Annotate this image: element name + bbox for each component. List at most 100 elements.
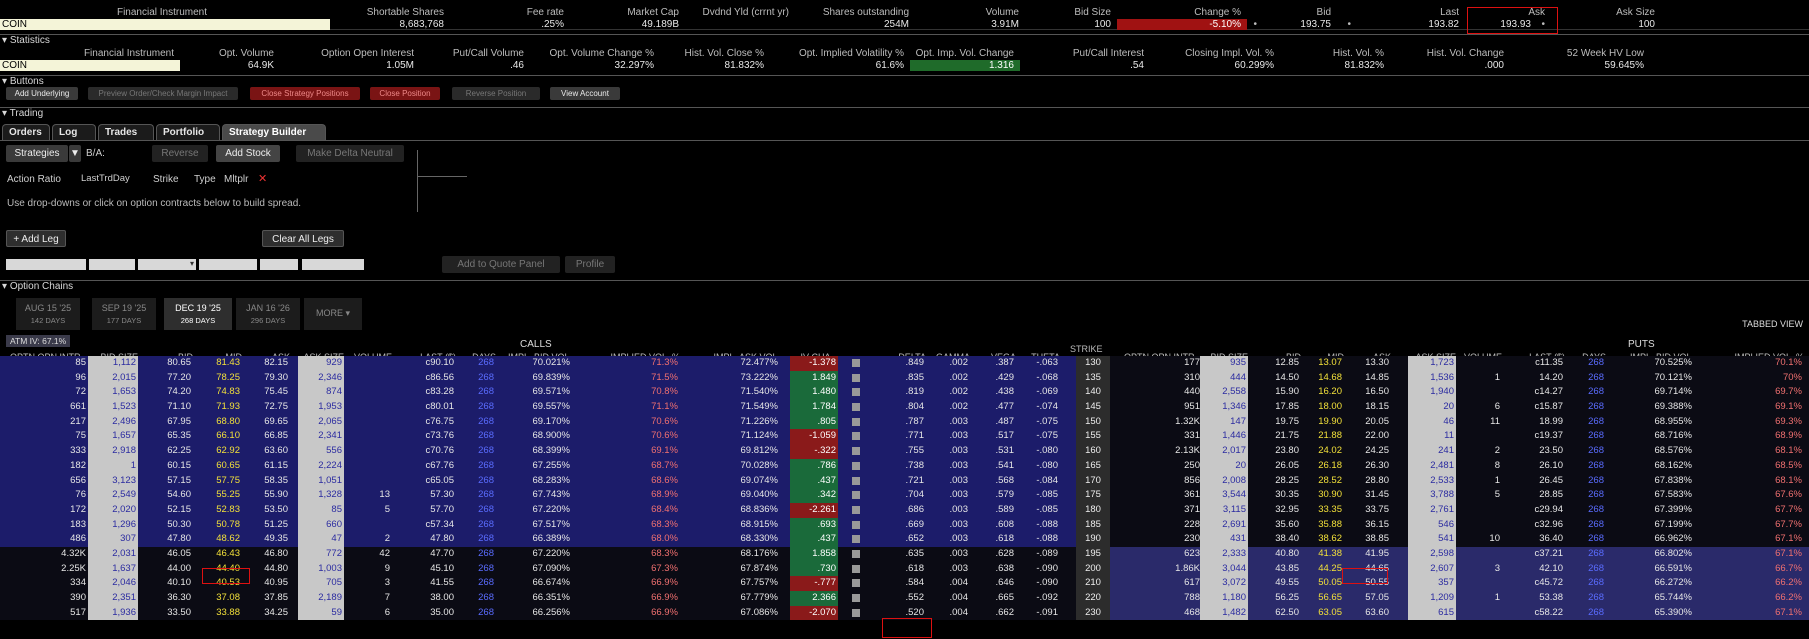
call-cell[interactable]: 68.3% — [580, 547, 680, 562]
call-cell[interactable]: 6 — [348, 606, 392, 621]
tab-orders[interactable]: Orders — [2, 124, 50, 140]
put-cell[interactable]: c11.35 — [1510, 356, 1565, 371]
call-cell[interactable]: 68.836% — [690, 503, 780, 518]
call-cell[interactable]: .004 — [930, 606, 970, 621]
put-cell[interactable]: 268 — [1576, 444, 1606, 459]
put-cell[interactable]: 68.162% — [1610, 459, 1694, 474]
call-cell[interactable] — [348, 459, 392, 474]
call-cell[interactable]: 68.900% — [500, 429, 572, 444]
call-cell[interactable]: .003 — [930, 459, 970, 474]
profile-button[interactable]: Profile — [565, 256, 615, 273]
put-cell[interactable]: 440 — [1120, 385, 1202, 400]
put-cell[interactable]: 65.744% — [1610, 591, 1694, 606]
call-cell[interactable]: .755 — [880, 444, 926, 459]
call-cell[interactable]: .635 — [880, 547, 926, 562]
call-cell[interactable]: 65.35 — [145, 429, 193, 444]
call-cell[interactable]: 71.10 — [145, 400, 193, 415]
strike-cell[interactable]: 200 — [1076, 561, 1110, 577]
strike-cell[interactable]: 185 — [1076, 517, 1110, 533]
call-cell[interactable]: .003 — [930, 562, 970, 577]
call-cell[interactable]: -.088 — [1020, 518, 1060, 533]
call-cell[interactable]: c57.34 — [398, 518, 456, 533]
put-cell[interactable]: 67.583% — [1610, 488, 1694, 503]
put-cell[interactable]: 70% — [1700, 371, 1804, 386]
call-cell[interactable]: .477 — [976, 400, 1016, 415]
call-cell[interactable]: 929 — [298, 356, 344, 371]
put-cell[interactable]: 15.90 — [1253, 385, 1301, 400]
call-cell[interactable]: 172 — [6, 503, 88, 518]
put-cell[interactable]: 250 — [1120, 459, 1202, 474]
add-underlying-button[interactable]: Add Underlying — [6, 87, 78, 100]
call-cell[interactable]: .669 — [880, 518, 926, 533]
call-cell[interactable]: 66.10 — [200, 429, 242, 444]
option-chain-row[interactable]: 656 3,123 57.15 57.75 58.35 1,051 c65.05 268 68.… — [0, 473, 1809, 489]
call-cell[interactable]: 50.30 — [145, 518, 193, 533]
call-cell[interactable]: -.091 — [1020, 606, 1060, 621]
call-cell[interactable]: c90.10 — [398, 356, 456, 371]
put-cell[interactable]: 69.388% — [1610, 400, 1694, 415]
call-cell[interactable]: 68.0% — [580, 532, 680, 547]
call-cell[interactable]: 705 — [298, 576, 344, 591]
call-cell[interactable]: 67.255% — [500, 459, 572, 474]
call-cell[interactable]: .429 — [976, 371, 1016, 386]
close-position-button[interactable]: Close Position — [370, 87, 440, 100]
call-cell[interactable]: 60.65 — [200, 459, 242, 474]
put-cell[interactable]: 66.2% — [1700, 576, 1804, 591]
put-cell[interactable]: 24.25 — [1345, 444, 1391, 459]
call-cell[interactable]: 75 — [6, 429, 88, 444]
option-chain-row[interactable]: 2.25K 1,637 44.00 44.40 44.80 1,003 9 45.10 268 6… — [0, 561, 1809, 577]
put-cell[interactable]: 14.50 — [1253, 371, 1301, 386]
call-cell[interactable]: 66.389% — [500, 532, 572, 547]
call-cell[interactable]: 486 — [6, 532, 88, 547]
call-checkbox-icon[interactable] — [852, 403, 860, 412]
call-cell[interactable]: 38.00 — [398, 591, 456, 606]
tab-portfolio[interactable]: Portfolio — [156, 124, 220, 140]
option-chain-row[interactable]: 172 2,020 52.15 52.83 53.50 85 5 57.70 268 67.220… — [0, 502, 1809, 518]
call-cell[interactable]: 268 — [464, 547, 496, 562]
put-cell[interactable]: 1,209 — [1408, 591, 1456, 606]
call-cell[interactable]: -.075 — [1020, 415, 1060, 430]
put-cell[interactable]: 67.838% — [1610, 474, 1694, 489]
call-cell[interactable]: 68.9% — [580, 488, 680, 503]
call-cell[interactable]: 76 — [6, 488, 88, 503]
call-cell[interactable]: .487 — [976, 415, 1016, 430]
put-cell[interactable]: 26.18 — [1302, 459, 1344, 474]
put-cell[interactable]: 268 — [1576, 415, 1606, 430]
put-cell[interactable]: 28.25 — [1253, 474, 1301, 489]
call-cell[interactable]: 63.60 — [244, 444, 290, 459]
put-cell[interactable]: 26.45 — [1510, 474, 1565, 489]
put-cell[interactable] — [1458, 356, 1502, 371]
put-cell[interactable]: 66.591% — [1610, 562, 1694, 577]
call-cell[interactable]: 47.70 — [398, 547, 456, 562]
put-cell[interactable]: c32.96 — [1510, 518, 1565, 533]
put-cell[interactable]: 41.38 — [1302, 547, 1344, 562]
call-cell[interactable]: 2,020 — [88, 502, 138, 518]
call-cell[interactable]: .771 — [880, 429, 926, 444]
call-cell[interactable]: 1,637 — [88, 561, 138, 577]
call-cell[interactable]: .003 — [930, 474, 970, 489]
call-cell[interactable]: 71.226% — [690, 415, 780, 430]
call-cell[interactable]: 40.95 — [244, 576, 290, 591]
put-cell[interactable]: 2,607 — [1408, 561, 1456, 577]
option-chain-row[interactable]: 72 1,653 74.20 74.83 75.45 874 c83.28 268 69.571… — [0, 385, 1809, 401]
call-cell[interactable]: 268 — [464, 444, 496, 459]
put-cell[interactable]: 2,008 — [1200, 473, 1248, 489]
call-cell[interactable]: .002 — [930, 371, 970, 386]
call-cell[interactable]: 34.25 — [244, 606, 290, 621]
call-checkbox-icon[interactable] — [852, 491, 860, 500]
call-cell[interactable]: 2,015 — [88, 370, 138, 386]
put-cell[interactable] — [1458, 518, 1502, 533]
call-cell[interactable]: 62.25 — [145, 444, 193, 459]
call-cell[interactable]: 72.477% — [690, 356, 780, 371]
put-cell[interactable]: 2,481 — [1408, 458, 1456, 474]
call-checkbox-icon[interactable] — [852, 564, 860, 573]
strike-cell[interactable]: 175 — [1076, 488, 1110, 503]
call-cell[interactable]: 68.399% — [500, 444, 572, 459]
call-cell[interactable]: 71.5% — [580, 371, 680, 386]
option-chain-row[interactable]: 76 2,549 54.60 55.25 55.90 1,328 13 57.30 268 67.… — [0, 488, 1809, 503]
strike-cell[interactable]: 180 — [1076, 502, 1110, 518]
call-cell[interactable]: 66.674% — [500, 576, 572, 591]
call-cell[interactable]: 72 — [6, 385, 88, 400]
call-cell[interactable]: 68.915% — [690, 518, 780, 533]
call-cell[interactable]: 217 — [6, 415, 88, 430]
